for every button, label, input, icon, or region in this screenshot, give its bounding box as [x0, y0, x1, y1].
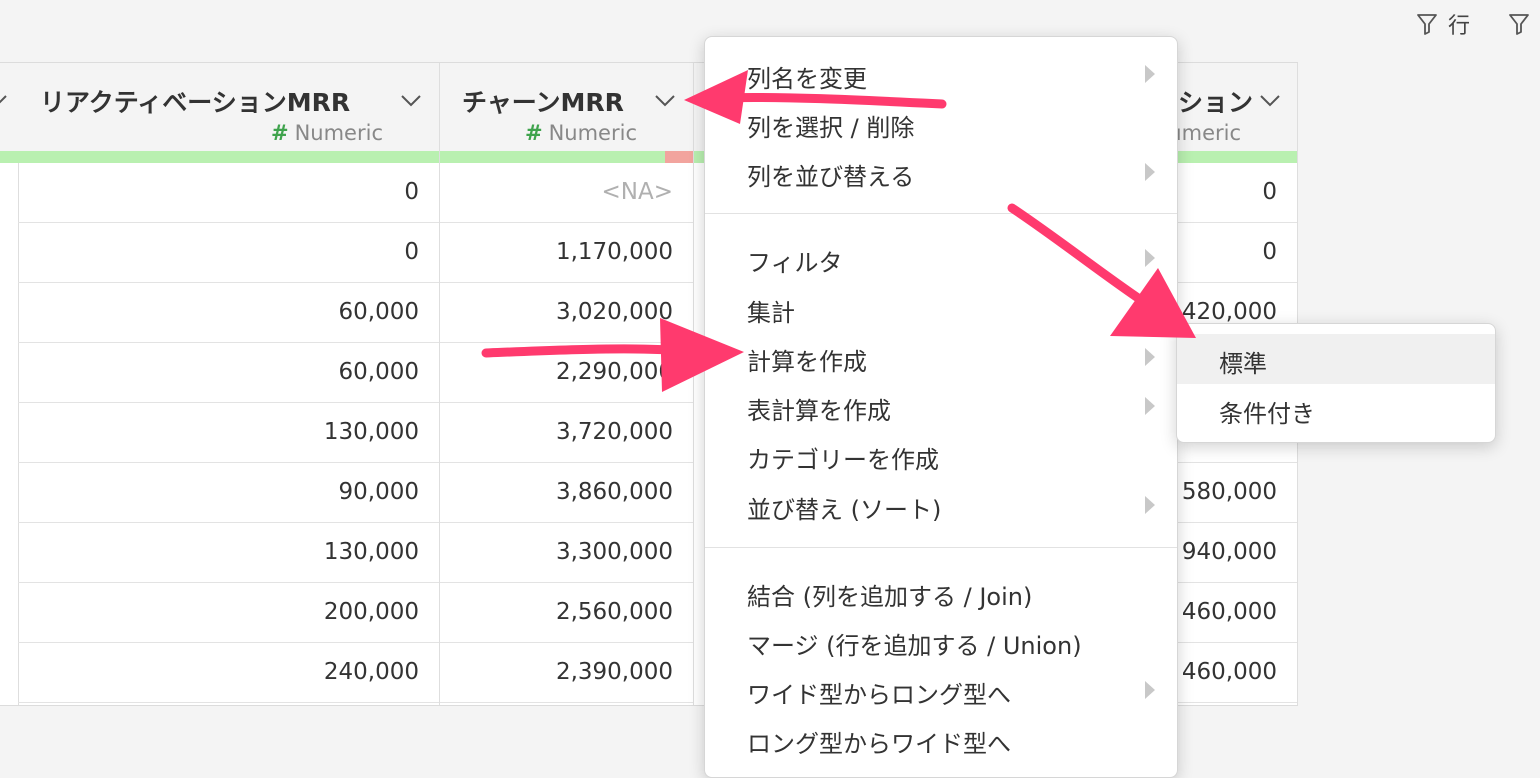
submenu-item-label: 標準 — [1219, 350, 1267, 378]
menu-item-label: マージ (行を追加する / Union) — [747, 632, 1082, 660]
submenu-item-standard[interactable]: 標準 — [1177, 334, 1495, 384]
menu-item-select-delete-columns[interactable]: 列を選択 / 削除 — [705, 100, 1177, 146]
column-type-label: Numeric — [294, 121, 383, 145]
column-type-label: Numeric — [548, 121, 637, 145]
data-quality-bar — [18, 151, 439, 163]
table-cell[interactable]: <NA> — [440, 163, 693, 223]
column-header[interactable]: チャーンMRR # Numeric — [440, 63, 693, 152]
table-cell[interactable]: 0 — [1175, 223, 1297, 283]
table-cell[interactable]: 3,720,000 — [440, 403, 693, 463]
menu-item-label: 表計算を作成 — [747, 397, 891, 425]
table-cell[interactable]: 130,000 — [18, 523, 439, 583]
table-cell[interactable]: 60,000 — [18, 283, 439, 343]
table-cell[interactable]: 460,000 — [1175, 643, 1297, 703]
menu-item-long-to-wide[interactable]: ロング型からワイド型へ — [705, 716, 1177, 762]
menu-item-label: 計算を作成 — [747, 348, 867, 376]
filter-icon — [1509, 14, 1529, 35]
table-cell[interactable]: 3,860,000 — [440, 463, 693, 523]
data-quality-bar — [440, 151, 693, 163]
menu-item-sort[interactable]: 並び替え (ソート) — [705, 482, 1177, 528]
menu-item-join[interactable]: 結合 (列を追加する / Join) — [705, 569, 1177, 615]
menu-item-summarize[interactable]: 集計 — [705, 285, 1177, 331]
column-type-label: umeric — [1175, 121, 1241, 145]
missing-values-indicator — [665, 151, 693, 163]
menu-separator — [705, 547, 1177, 548]
menu-item-filter[interactable]: フィルタ — [705, 235, 1177, 281]
column-partial-left — [0, 63, 19, 705]
chevron-down-icon[interactable] — [1257, 87, 1283, 113]
submenu-arrow-icon — [1145, 163, 1155, 181]
table-cell[interactable]: 940,000 — [1175, 523, 1297, 583]
table-cell[interactable]: 3,300,000 — [440, 523, 693, 583]
menu-item-label: 列名を変更 — [747, 65, 867, 93]
table-cell[interactable]: 2,390,000 — [440, 643, 693, 703]
table-cell[interactable]: 0 — [18, 223, 439, 283]
chevron-down-icon[interactable] — [652, 87, 678, 113]
menu-item-wide-to-long[interactable]: ワイド型からロング型へ — [705, 667, 1177, 713]
numeric-type-icon: # — [270, 121, 289, 145]
menu-separator — [705, 213, 1177, 214]
column-header[interactable]: リアクティベーションMRR # Numeric — [18, 63, 439, 152]
column-name: ション — [1177, 88, 1253, 117]
column-reactivation-mrr: リアクティベーションMRR # Numeric 0 0 60,000 60,000… — [18, 63, 440, 705]
menu-item-label: カテゴリーを作成 — [747, 446, 939, 474]
menu-item-label: ワイド型からロング型へ — [747, 681, 1011, 709]
menu-item-label: 集計 — [747, 299, 795, 327]
menu-item-create-calculation[interactable]: 計算を作成 — [705, 334, 1177, 380]
menu-item-create-category[interactable]: カテゴリーを作成 — [705, 432, 1177, 478]
table-cell[interactable]: 3,020,000 — [440, 283, 693, 343]
submenu-arrow-icon — [1145, 348, 1155, 366]
table-cell[interactable]: 2,290,000 — [440, 343, 693, 403]
row-filter-button[interactable]: 行 — [1416, 8, 1470, 40]
table-cell[interactable]: 460,000 — [1175, 583, 1297, 643]
menu-item-label: 列を並び替える — [747, 163, 915, 191]
filter-icon — [1417, 14, 1437, 35]
submenu-arrow-icon — [1145, 681, 1155, 699]
menu-item-label: フィルタ — [747, 249, 843, 277]
submenu-arrow-icon — [1145, 496, 1155, 514]
table-cell[interactable]: 0 — [1175, 163, 1297, 223]
table-cell[interactable]: 130,000 — [18, 403, 439, 463]
column-header[interactable]: ション umeric — [1175, 63, 1297, 152]
table-cell[interactable]: 1,170,000 — [440, 223, 693, 283]
numeric-type-icon: # — [524, 121, 543, 145]
column-filter-button[interactable] — [1508, 8, 1530, 40]
column-name: リアクティベーションMRR — [40, 88, 351, 117]
chevron-down-icon[interactable] — [398, 87, 424, 113]
create-calculation-submenu: 標準 条件付き — [1176, 323, 1496, 443]
menu-item-label: 並び替え (ソート) — [747, 496, 942, 524]
data-quality-bar — [0, 151, 18, 163]
column-type: # Numeric — [271, 121, 383, 145]
menu-item-label: ロング型からワイド型へ — [747, 730, 1011, 758]
submenu-arrow-icon — [1145, 65, 1155, 83]
data-quality-bar — [1175, 151, 1297, 163]
submenu-arrow-icon — [1145, 249, 1155, 267]
menu-item-reorder-columns[interactable]: 列を並び替える — [705, 149, 1177, 195]
row-filter-label: 行 — [1448, 14, 1471, 39]
table-cell[interactable]: 2,560,000 — [440, 583, 693, 643]
menu-item-label: 結合 (列を追加する / Join) — [747, 583, 1033, 611]
table-cell[interactable]: 240,000 — [18, 643, 439, 703]
menu-item-rename-column[interactable]: 列名を変更 — [705, 51, 1177, 97]
column-name: チャーンMRR — [462, 88, 624, 117]
table-cell[interactable]: 200,000 — [18, 583, 439, 643]
menu-item-union[interactable]: マージ (行を追加する / Union) — [705, 618, 1177, 664]
table-cell[interactable]: 0 — [18, 163, 439, 223]
column-type: # Numeric — [525, 121, 637, 145]
column-churn-mrr: チャーンMRR # Numeric <NA> 1,170,000 3,020,00… — [440, 63, 694, 705]
column-header[interactable] — [0, 63, 18, 152]
table-cell[interactable]: 90,000 — [18, 463, 439, 523]
column-context-menu: 列名を変更 列を選択 / 削除 列を並び替える フィルタ 集計 計算を作成 表計… — [704, 36, 1178, 778]
submenu-item-label: 条件付き — [1219, 400, 1315, 428]
menu-item-label: 列を選択 / 削除 — [747, 114, 915, 142]
table-cell[interactable]: 60,000 — [18, 343, 439, 403]
submenu-arrow-icon — [1145, 397, 1155, 415]
submenu-item-conditional[interactable]: 条件付き — [1177, 384, 1495, 434]
table-cell[interactable]: 580,000 — [1175, 463, 1297, 523]
chevron-down-icon[interactable] — [0, 87, 10, 113]
menu-item-create-table-calculation[interactable]: 表計算を作成 — [705, 383, 1177, 429]
